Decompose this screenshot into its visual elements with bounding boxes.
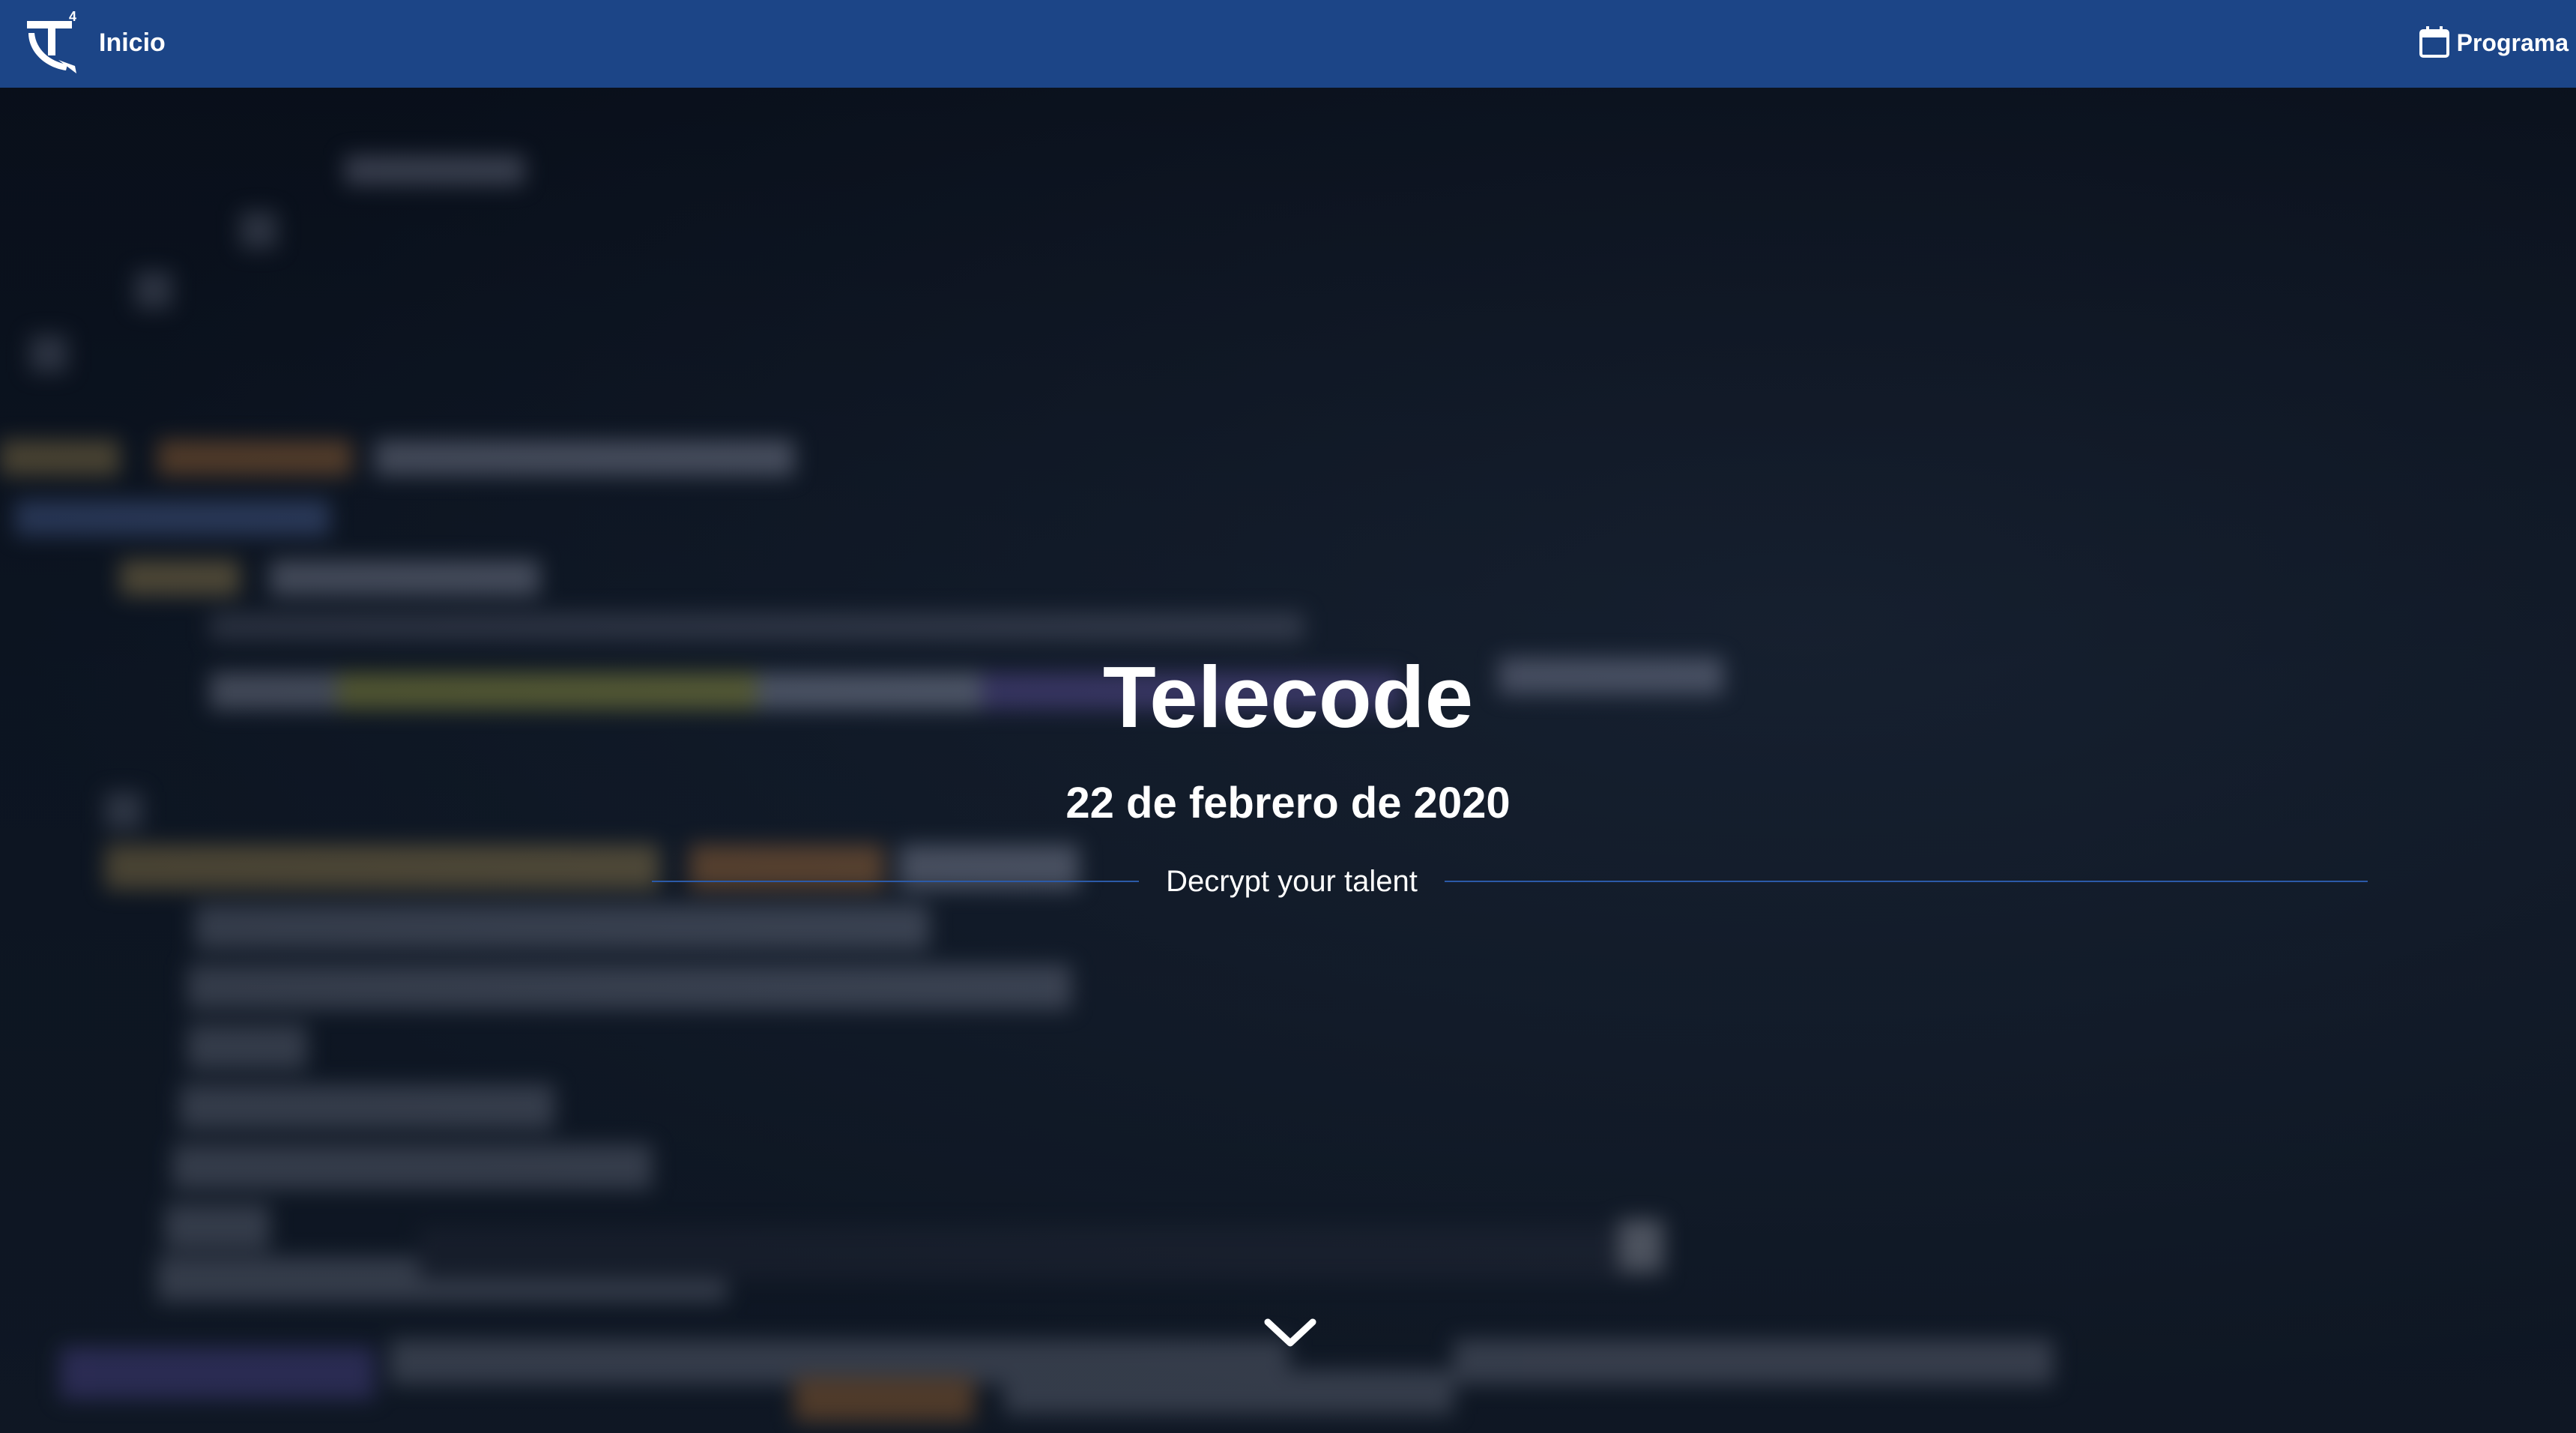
home-link-label: Inicio [99,28,166,57]
top-navbar: 4 Inicio Programa [0,0,2576,88]
hero-section: Telecode 22 de febrero de 2020 Decrypt y… [0,88,2576,1433]
tagline: Decrypt your talent [1166,865,1418,898]
calendar-icon [2419,26,2449,58]
hero-title: Telecode [1102,648,1474,746]
hero-content: Telecode 22 de febrero de 2020 Decrypt y… [0,88,2576,1433]
tagline-divider-left [652,881,1139,882]
event-date: 22 de febrero de 2020 [1065,779,1511,827]
chevron-down-icon[interactable] [1262,1315,1319,1351]
tagline-divider-right [1445,881,2368,882]
program-link[interactable]: Programa [2418,16,2569,69]
svg-text:4: 4 [69,10,76,24]
program-link-label: Programa [2456,28,2569,56]
telecode-logo-icon: 4 [27,10,76,73]
tagline-row: Decrypt your talent [652,855,2368,908]
home-link[interactable]: 4 Inicio [22,9,166,76]
